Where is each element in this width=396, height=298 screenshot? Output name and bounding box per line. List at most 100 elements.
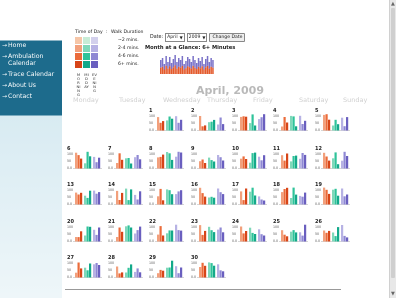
calendar-day-18[interactable]: 18 100 50 0.0 bbox=[273, 182, 308, 212]
day-bar bbox=[210, 196, 213, 205]
day-bar bbox=[258, 229, 261, 242]
calendar-day-26[interactable]: 26 100 50 0.0 bbox=[315, 219, 350, 249]
y-tick-label: 50 bbox=[191, 159, 196, 163]
calendar-day-13[interactable]: 13 100 50 0.0 bbox=[67, 182, 102, 212]
scroll-up-icon[interactable]: ▲ bbox=[391, 1, 395, 7]
day-bar bbox=[204, 163, 207, 169]
day-bar bbox=[93, 229, 96, 242]
day-bar bbox=[249, 162, 252, 169]
day-bar bbox=[240, 158, 243, 169]
calendar-day-17[interactable]: 17 100 50 0.0 bbox=[232, 182, 267, 212]
day-bar bbox=[166, 233, 169, 242]
scroll-down-icon[interactable]: ▼ bbox=[391, 291, 395, 297]
day-bar bbox=[254, 195, 257, 205]
day-bar bbox=[80, 158, 83, 169]
calendar-day-14[interactable]: 14 100 50 0.0 bbox=[108, 182, 143, 212]
day-bar bbox=[75, 192, 78, 205]
day-bar bbox=[168, 116, 171, 131]
y-tick-label: 0.0 bbox=[273, 166, 279, 170]
calendar-day-24[interactable]: 24 100 50 0.0 bbox=[232, 219, 267, 249]
day-chart bbox=[238, 226, 267, 242]
day-bar bbox=[208, 226, 211, 242]
calendar-day-21[interactable]: 21 100 50 0.0 bbox=[108, 219, 143, 249]
calendar-day-29[interactable]: 29 100 50 0.0 bbox=[149, 255, 184, 285]
day-bar bbox=[304, 120, 307, 131]
y-tick-label: 0.0 bbox=[232, 239, 238, 243]
day-bar bbox=[301, 124, 304, 131]
calendar-day-30[interactable]: 30 100 50 0.0 bbox=[191, 255, 226, 285]
scrollbar-thumb[interactable] bbox=[391, 8, 395, 278]
day-bar bbox=[343, 151, 346, 169]
calendar-day-15[interactable]: 15 100 50 0.0 bbox=[149, 182, 184, 212]
y-tick-label: 50 bbox=[108, 195, 113, 199]
calendar-day-6[interactable]: 6 100 50 0.0 bbox=[67, 146, 102, 176]
day-bar bbox=[213, 161, 216, 169]
calendar-day-4[interactable]: 4 100 50 0.0 bbox=[273, 108, 308, 138]
day-bar bbox=[222, 160, 225, 169]
day-bar bbox=[121, 231, 124, 242]
day-bar bbox=[168, 153, 171, 169]
day-bar bbox=[84, 267, 87, 278]
calendar-day-12[interactable]: 12 100 50 0.0 bbox=[315, 146, 350, 176]
scrollbar[interactable]: ▲ ▼ bbox=[389, 0, 396, 298]
calendar-day-28[interactable]: 28 100 50 0.0 bbox=[108, 255, 143, 285]
day-bar bbox=[251, 114, 254, 131]
day-bar bbox=[75, 272, 78, 278]
day-bar bbox=[127, 158, 130, 169]
day-bar bbox=[304, 154, 307, 169]
y-tick-label: 50 bbox=[315, 121, 320, 125]
day-bar bbox=[201, 159, 204, 169]
day-bar bbox=[77, 262, 80, 278]
day-bar bbox=[260, 117, 263, 131]
day-bar bbox=[301, 153, 304, 169]
day-bar bbox=[89, 263, 92, 278]
calendar-day-5[interactable]: 5 100 50 0.0 bbox=[315, 108, 350, 138]
calendar-day-23[interactable]: 23 100 50 0.0 bbox=[191, 219, 226, 249]
calendar-day-19[interactable]: 19 100 50 0.0 bbox=[315, 182, 350, 212]
day-bar bbox=[295, 194, 298, 205]
day-bar bbox=[171, 159, 174, 169]
calendar-day-9[interactable]: 9 100 50 0.0 bbox=[191, 146, 226, 176]
calendar-day-1[interactable]: 1 100 50 0.0 bbox=[149, 108, 184, 138]
calendar-day-20[interactable]: 20 100 50 0.0 bbox=[67, 219, 102, 249]
day-bar bbox=[281, 155, 284, 169]
day-bar bbox=[86, 197, 89, 205]
calendar-day-3[interactable]: 3 100 50 0.0 bbox=[232, 108, 267, 138]
calendar-day-2[interactable]: 2 100 50 0.0 bbox=[191, 108, 226, 138]
day-chart bbox=[238, 187, 267, 205]
day-bar bbox=[249, 191, 252, 205]
day-bar bbox=[301, 235, 304, 242]
day-bar bbox=[134, 157, 137, 169]
day-bar bbox=[84, 195, 87, 205]
day-bar bbox=[337, 227, 340, 242]
calendar-day-27[interactable]: 27 100 50 0.0 bbox=[67, 255, 102, 285]
calendar-day-16[interactable]: 16 100 50 0.0 bbox=[191, 182, 226, 212]
calendar-day-22[interactable]: 22 100 50 0.0 bbox=[149, 219, 184, 249]
day-bar bbox=[334, 236, 337, 242]
calendar-day-25[interactable]: 25 100 50 0.0 bbox=[273, 219, 308, 249]
day-bar bbox=[204, 125, 207, 131]
day-bar bbox=[180, 119, 183, 131]
calendar-day-10[interactable]: 10 100 50 0.0 bbox=[232, 146, 267, 176]
y-tick-label: 50 bbox=[67, 268, 72, 272]
day-bar bbox=[84, 163, 87, 169]
y-tick-label: 50 bbox=[67, 195, 72, 199]
day-bar bbox=[89, 190, 92, 205]
day-bar bbox=[157, 234, 160, 242]
day-bar bbox=[136, 268, 139, 278]
y-tick-label: 0.0 bbox=[149, 166, 155, 170]
y-tick-label: 50 bbox=[108, 159, 113, 163]
calendar-day-7[interactable]: 7 100 50 0.0 bbox=[108, 146, 143, 176]
day-bar bbox=[325, 114, 328, 131]
day-bar bbox=[125, 226, 128, 242]
y-tick-label: 50 bbox=[149, 268, 154, 272]
calendar-day-11[interactable]: 11 100 50 0.0 bbox=[273, 146, 308, 176]
day-bar bbox=[159, 269, 162, 278]
day-bar bbox=[299, 158, 302, 169]
day-bar bbox=[323, 152, 326, 169]
day-bar bbox=[118, 273, 121, 278]
calendar-day-8[interactable]: 8 100 50 0.0 bbox=[149, 146, 184, 176]
day-bar bbox=[260, 199, 263, 205]
day-chart bbox=[155, 116, 184, 131]
day-bar bbox=[263, 235, 266, 242]
